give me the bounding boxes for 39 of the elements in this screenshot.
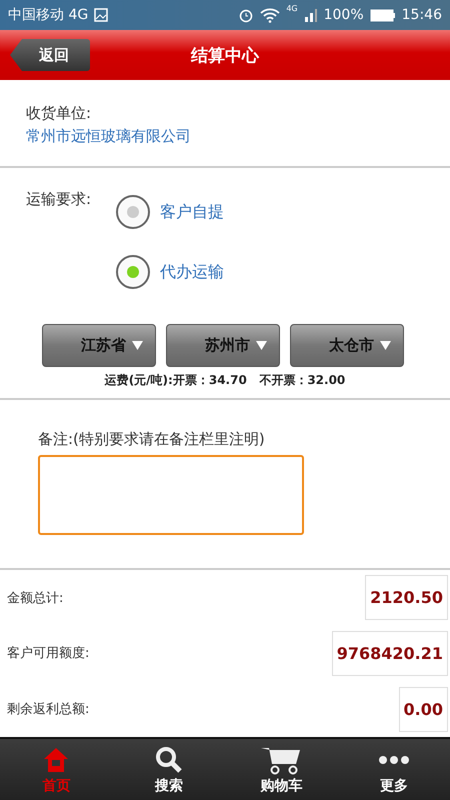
time-text: 15:46	[402, 7, 442, 23]
radio-label[interactable]: 客户自提	[160, 202, 224, 222]
radio-button[interactable]	[116, 255, 150, 289]
remark-field[interactable]	[38, 455, 304, 535]
more-icon	[378, 756, 410, 764]
remark-label: 备注:(特别要求请在备注栏里注明)	[38, 430, 266, 449]
battery-icon	[370, 8, 396, 22]
tab-item[interactable]: 更多	[338, 739, 450, 800]
total-value: 0.00	[398, 686, 448, 732]
transport-label: 运输要求:	[25, 190, 92, 209]
search-icon	[154, 744, 184, 774]
freight-text: 运费(元/吨):开票：34.70 不开票：32.00	[104, 372, 346, 389]
total-value: 9768420.21	[332, 630, 448, 676]
image-icon	[94, 8, 108, 22]
total-value: 2120.50	[365, 575, 448, 620]
tab-item[interactable]: 首页	[0, 739, 112, 800]
consignee-name: 常州市远恒玻璃有限公司	[26, 127, 192, 146]
radio-button[interactable]	[116, 195, 150, 229]
back-button[interactable]: 返回	[10, 39, 90, 71]
wifi-icon	[260, 7, 280, 23]
caret-icon	[256, 340, 267, 351]
consignee-label: 收货单位:	[26, 104, 92, 123]
carrier-text: 中国移动 4G	[8, 6, 88, 24]
network-text: 4G	[286, 4, 298, 13]
alarm-icon	[238, 7, 254, 23]
battery-text: 100%	[324, 7, 364, 23]
tab-item[interactable]: 购物车	[225, 739, 338, 800]
total-label: 客户可用额度:	[7, 645, 90, 662]
total-label: 剩余返利总额:	[7, 701, 90, 718]
tab-item[interactable]: 搜索	[112, 739, 225, 800]
radio-label[interactable]: 代办运输	[160, 262, 224, 282]
page-title: 结算中心	[191, 44, 259, 66]
region-dropdown[interactable]: 太仓市	[290, 324, 404, 367]
signal-icon	[304, 8, 318, 22]
caret-icon	[132, 340, 143, 351]
total-label: 金额总计:	[7, 590, 64, 607]
caret-icon	[380, 340, 391, 351]
region-dropdown[interactable]: 苏州市	[166, 324, 280, 367]
region-dropdown[interactable]: 江苏省	[42, 324, 156, 367]
